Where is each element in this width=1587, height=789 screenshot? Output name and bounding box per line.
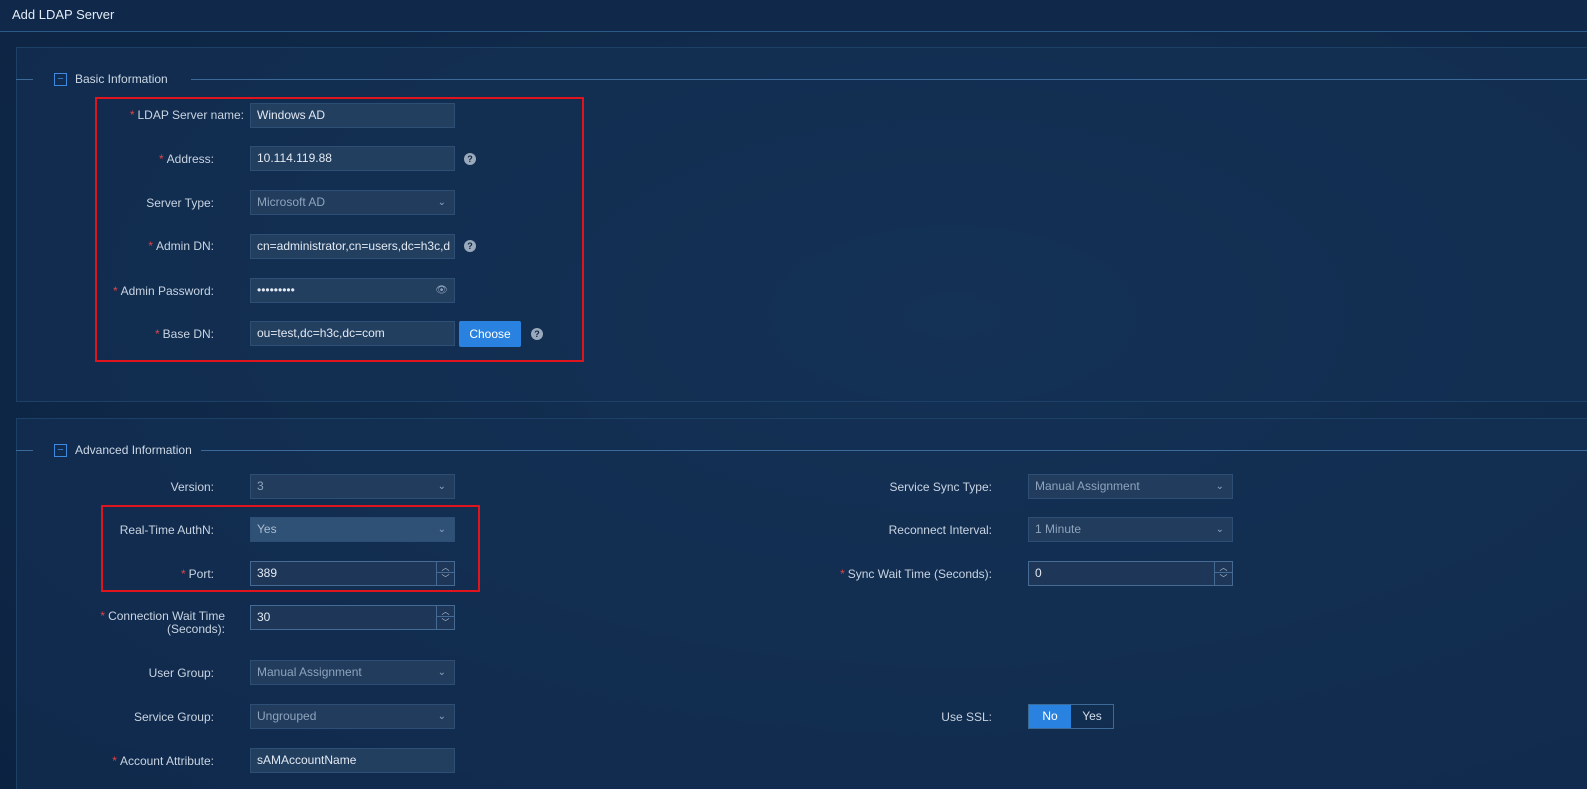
sync-wait-label: * Sync Wait Time (Seconds): [840,567,992,581]
basic-info-title: Basic Information [75,72,168,86]
ssl-option-no[interactable]: No [1029,705,1071,728]
connection-wait-input[interactable]: 30 ︿ ﹀ [250,605,455,630]
chevron-down-icon: ⌄ [437,667,446,678]
version-label: Version: [170,480,214,494]
account-attribute-input[interactable]: sAMAccountName [250,748,455,773]
service-sync-type-select[interactable]: Manual Assignment ⌄ [1028,474,1233,499]
collapse-icon[interactable]: − [54,73,67,86]
collapse-icon[interactable]: − [54,444,67,457]
window-title: Add LDAP Server [12,7,115,22]
chevron-up-icon: ︿ [1215,562,1232,573]
connection-wait-stepper[interactable]: ︿ ﹀ [436,606,454,629]
advanced-info-header: − Advanced Information [16,443,1587,458]
version-select[interactable]: 3 ⌄ [250,474,455,499]
service-group-label: Service Group: [133,710,214,724]
advanced-info-title: Advanced Information [75,443,192,457]
highlight-box-basic [95,97,584,362]
user-group-select[interactable]: Manual Assignment ⌄ [250,660,455,685]
service-group-select[interactable]: Ungrouped ⌄ [250,704,455,729]
sync-wait-input[interactable]: 0 ︿ ﹀ [1028,561,1233,586]
reconnect-interval-label: Reconnect Interval: [888,523,992,537]
use-ssl-label: Use SSL: [941,710,992,724]
sync-wait-stepper[interactable]: ︿ ﹀ [1214,562,1232,585]
service-sync-type-label: Service Sync Type: [889,480,993,494]
reconnect-interval-select[interactable]: 1 Minute ⌄ [1028,517,1233,542]
connection-wait-label: * Connection Wait Time (Seconds): [100,609,225,636]
chevron-down-icon: ⌄ [1215,524,1224,535]
ssl-option-yes[interactable]: Yes [1071,705,1113,728]
user-group-label: User Group: [148,666,214,680]
chevron-down-icon: ⌄ [437,481,446,492]
use-ssl-toggle[interactable]: No Yes [1028,704,1114,729]
window-header: Add LDAP Server [0,0,1587,32]
chevron-up-icon: ︿ [437,606,454,617]
chevron-down-icon: ⌄ [437,711,446,722]
basic-info-header: − Basic Information [16,72,1587,87]
account-attribute-label: * Account Attribute: [112,754,214,768]
chevron-down-icon: ⌄ [1215,481,1224,492]
chevron-down-icon: ﹀ [441,618,450,627]
highlight-box-advanced [101,505,480,592]
chevron-down-icon: ﹀ [1219,574,1228,583]
